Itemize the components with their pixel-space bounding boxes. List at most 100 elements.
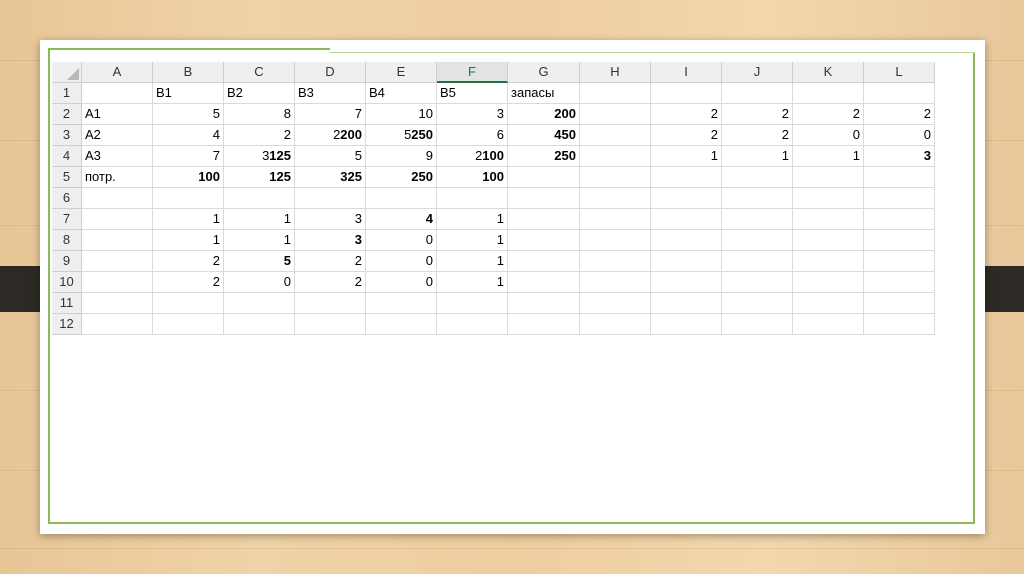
cell-a6[interactable] (82, 188, 153, 209)
cell-d3[interactable]: 2 200 (295, 125, 366, 146)
cell-e11[interactable] (366, 293, 437, 314)
cell-f10[interactable]: 1 (437, 272, 508, 293)
cell-j11[interactable] (722, 293, 793, 314)
cell-c3[interactable]: 2 (224, 125, 295, 146)
cell-k10[interactable] (793, 272, 864, 293)
cell-g5[interactable] (508, 167, 580, 188)
cell-k12[interactable] (793, 314, 864, 335)
cell-k6[interactable] (793, 188, 864, 209)
cell-i6[interactable] (651, 188, 722, 209)
cell-g2[interactable]: 200 (508, 104, 580, 125)
cell-i12[interactable] (651, 314, 722, 335)
column-header-d[interactable]: D (295, 62, 366, 83)
cell-e12[interactable] (366, 314, 437, 335)
cell-l5[interactable] (864, 167, 935, 188)
cell-f6[interactable] (437, 188, 508, 209)
cell-g4[interactable]: 250 (508, 146, 580, 167)
cell-h7[interactable] (580, 209, 651, 230)
cell-i5[interactable] (651, 167, 722, 188)
cell-i8[interactable] (651, 230, 722, 251)
cell-b6[interactable] (153, 188, 224, 209)
cell-d11[interactable] (295, 293, 366, 314)
cell-j5[interactable] (722, 167, 793, 188)
cell-f8[interactable]: 1 (437, 230, 508, 251)
cell-b9[interactable]: 2 (153, 251, 224, 272)
cell-a4[interactable]: A3 (82, 146, 153, 167)
cell-l11[interactable] (864, 293, 935, 314)
cell-i7[interactable] (651, 209, 722, 230)
cell-d2[interactable]: 7 (295, 104, 366, 125)
cell-d8[interactable]: 3 (295, 230, 366, 251)
cell-k5[interactable] (793, 167, 864, 188)
cell-e9[interactable]: 0 (366, 251, 437, 272)
cell-d7[interactable]: 3 (295, 209, 366, 230)
cell-j7[interactable] (722, 209, 793, 230)
cell-a5[interactable]: потр. (82, 167, 153, 188)
cell-f3[interactable]: 6 (437, 125, 508, 146)
cell-a7[interactable] (82, 209, 153, 230)
cell-e1[interactable]: B4 (366, 83, 437, 104)
cell-k8[interactable] (793, 230, 864, 251)
cell-j12[interactable] (722, 314, 793, 335)
cell-a2[interactable]: A1 (82, 104, 153, 125)
cell-l2[interactable]: 2 (864, 104, 935, 125)
cell-g12[interactable] (508, 314, 580, 335)
cell-b10[interactable]: 2 (153, 272, 224, 293)
cell-a11[interactable] (82, 293, 153, 314)
row-header-3[interactable]: 3 (52, 125, 82, 146)
row-header-10[interactable]: 10 (52, 272, 82, 293)
column-header-j[interactable]: J (722, 62, 793, 83)
cell-i11[interactable] (651, 293, 722, 314)
cell-f11[interactable] (437, 293, 508, 314)
cell-d1[interactable]: B3 (295, 83, 366, 104)
column-header-a[interactable]: A (82, 62, 153, 83)
cell-f5[interactable]: 100 (437, 167, 508, 188)
cell-j8[interactable] (722, 230, 793, 251)
cell-e6[interactable] (366, 188, 437, 209)
cell-b4[interactable]: 7 (153, 146, 224, 167)
cell-h5[interactable] (580, 167, 651, 188)
column-header-l[interactable]: L (864, 62, 935, 83)
cell-c10[interactable]: 0 (224, 272, 295, 293)
cell-h10[interactable] (580, 272, 651, 293)
cell-d6[interactable] (295, 188, 366, 209)
cell-a12[interactable] (82, 314, 153, 335)
row-header-6[interactable]: 6 (52, 188, 82, 209)
cell-g11[interactable] (508, 293, 580, 314)
cell-b3[interactable]: 4 (153, 125, 224, 146)
cell-h1[interactable] (580, 83, 651, 104)
cell-k4[interactable]: 1 (793, 146, 864, 167)
cell-c6[interactable] (224, 188, 295, 209)
cell-k2[interactable]: 2 (793, 104, 864, 125)
column-header-c[interactable]: C (224, 62, 295, 83)
cell-l8[interactable] (864, 230, 935, 251)
select-all-corner[interactable] (52, 62, 82, 83)
cell-l6[interactable] (864, 188, 935, 209)
cell-e5[interactable]: 250 (366, 167, 437, 188)
cell-d5[interactable]: 325 (295, 167, 366, 188)
column-header-f[interactable]: F (437, 62, 508, 83)
cell-h11[interactable] (580, 293, 651, 314)
cell-l9[interactable] (864, 251, 935, 272)
cell-j9[interactable] (722, 251, 793, 272)
cell-i1[interactable] (651, 83, 722, 104)
cell-b2[interactable]: 5 (153, 104, 224, 125)
cell-g6[interactable] (508, 188, 580, 209)
cell-i2[interactable]: 2 (651, 104, 722, 125)
cell-h8[interactable] (580, 230, 651, 251)
cell-l4[interactable]: 3 (864, 146, 935, 167)
cell-k9[interactable] (793, 251, 864, 272)
column-header-b[interactable]: B (153, 62, 224, 83)
cell-c5[interactable]: 125 (224, 167, 295, 188)
cell-j4[interactable]: 1 (722, 146, 793, 167)
column-header-k[interactable]: K (793, 62, 864, 83)
cell-k11[interactable] (793, 293, 864, 314)
cell-i3[interactable]: 2 (651, 125, 722, 146)
cell-i4[interactable]: 1 (651, 146, 722, 167)
cell-f2[interactable]: 3 (437, 104, 508, 125)
cell-j3[interactable]: 2 (722, 125, 793, 146)
cell-c8[interactable]: 1 (224, 230, 295, 251)
cell-h6[interactable] (580, 188, 651, 209)
cell-f12[interactable] (437, 314, 508, 335)
cell-j2[interactable]: 2 (722, 104, 793, 125)
